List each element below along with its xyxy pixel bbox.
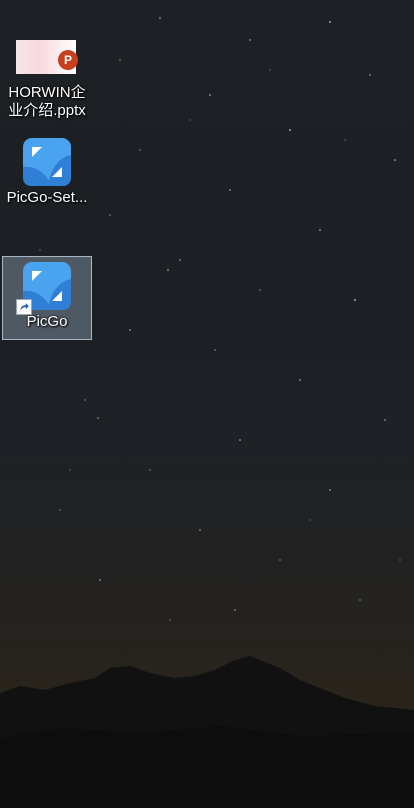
desktop-icon-picgo-shortcut[interactable]: PicGo: [2, 256, 92, 340]
desktop[interactable]: P HORWIN企业介绍.pptx PicGo-Set... PicGo: [0, 0, 414, 808]
desktop-icon-label: HORWIN企业介绍.pptx: [8, 84, 86, 119]
starfield-wallpaper: [39, 17, 401, 621]
powerpoint-badge-icon: P: [58, 50, 78, 70]
desktop-icon-label: PicGo-Set...: [6, 189, 88, 206]
desktop-icon-picgo-setup[interactable]: PicGo-Set...: [2, 133, 92, 215]
desktop-icon-label: PicGo: [26, 313, 68, 330]
picgo-icon: [16, 261, 72, 315]
mountain-silhouette: [0, 656, 414, 808]
picgo-icon: [22, 137, 72, 187]
desktop-icon-pptx[interactable]: P HORWIN企业介绍.pptx: [2, 28, 92, 119]
shortcut-arrow-icon: [16, 299, 32, 315]
powerpoint-file-icon: P: [16, 32, 78, 82]
